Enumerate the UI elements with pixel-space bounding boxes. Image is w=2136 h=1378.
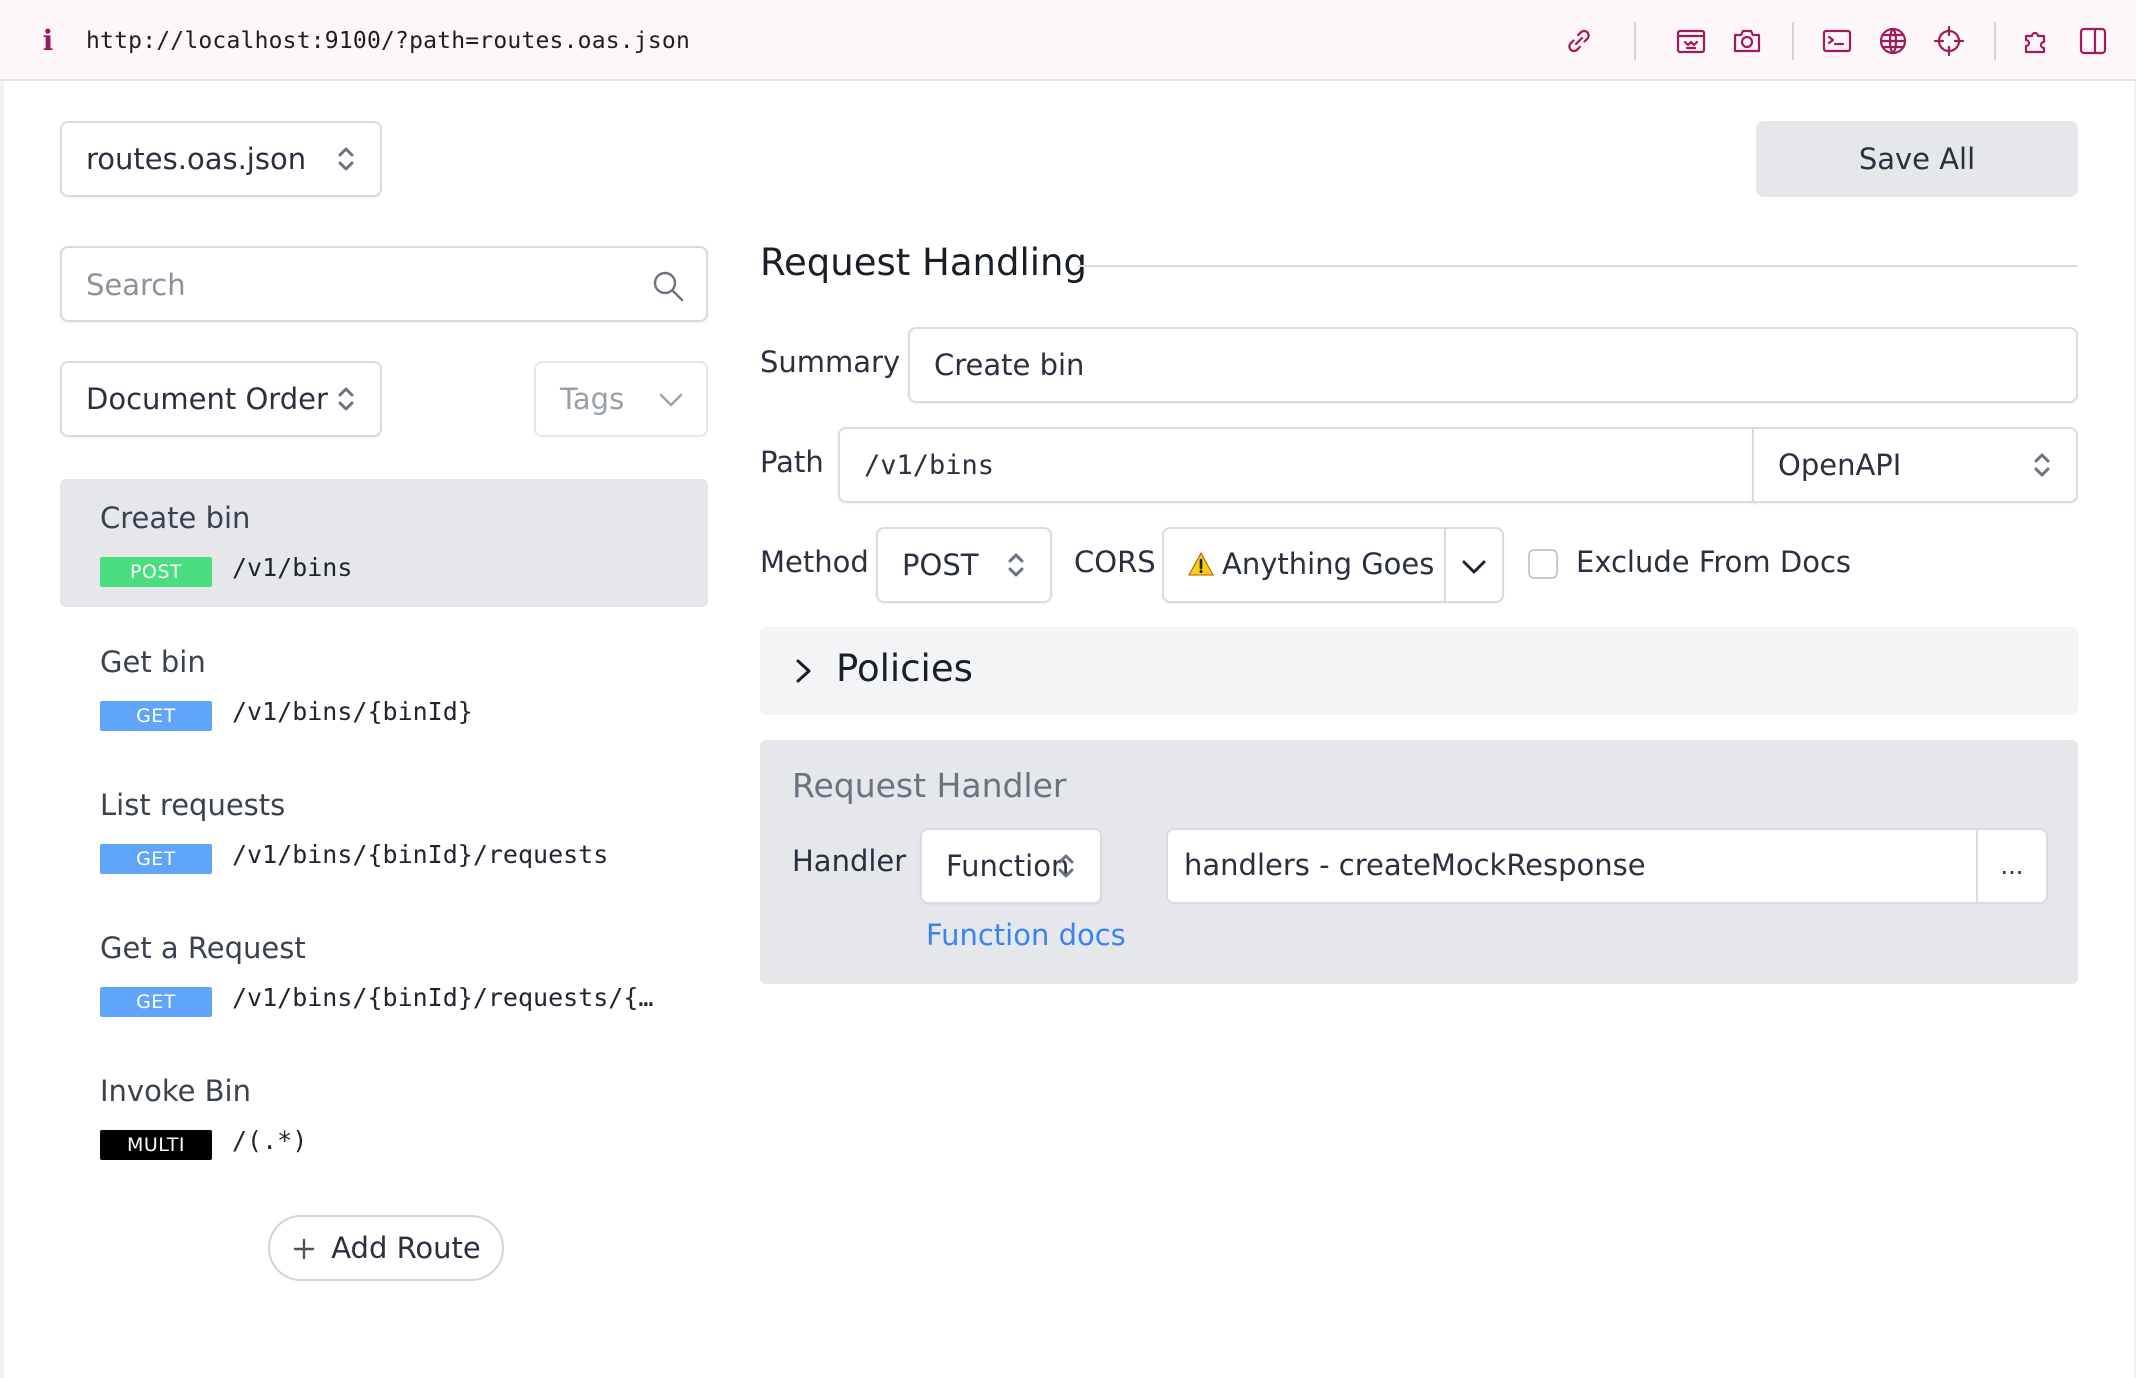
cors-value-text: Anything Goes (1222, 547, 1435, 581)
handler-label: Handler (792, 844, 907, 878)
route-name: List requests (100, 788, 286, 822)
cors-value: Anything Goes (1188, 547, 1434, 581)
split-view-icon[interactable] (2076, 24, 2110, 58)
cors-label: CORS (1074, 545, 1156, 579)
method-select[interactable]: POST (876, 527, 1052, 603)
path-input[interactable] (838, 427, 1756, 503)
page-content: routes.oas.json Save All Document Order … (4, 81, 2134, 1378)
method-badge: GET (100, 844, 212, 874)
plus-icon (291, 1235, 317, 1261)
method-label: Method (760, 545, 869, 579)
terminal-icon[interactable] (1820, 24, 1854, 58)
file-select[interactable]: routes.oas.json (60, 121, 382, 197)
route-path: /v1/bins (232, 553, 353, 582)
request-handler-panel: Request Handler Handler Function handler… (760, 740, 2078, 984)
chevron-updown-icon (1006, 548, 1026, 582)
handler-module-value: handlers - createMockResponse (1184, 848, 1646, 882)
chevron-updown-icon (336, 142, 356, 176)
chevron-updown-icon (2032, 448, 2052, 482)
tags-filter-select[interactable]: Tags (534, 361, 708, 437)
route-name: Create bin (100, 501, 251, 535)
route-path: /v1/bins/{binId}/requests/{… (232, 983, 654, 1012)
method-badge: GET (100, 987, 212, 1017)
route-name: Get a Request (100, 931, 306, 965)
warning-icon (1188, 552, 1214, 576)
path-type-value: OpenAPI (1778, 448, 1902, 482)
method-badge: GET (100, 701, 212, 731)
tags-filter-value: Tags (560, 382, 625, 416)
section-divider (1078, 265, 2078, 267)
function-docs-link[interactable]: Function docs (926, 918, 1126, 952)
chevron-right-icon (790, 655, 818, 687)
method-badge: MULTI (100, 1130, 212, 1160)
info-icon[interactable]: i (38, 26, 58, 56)
browser-toolbar: i http://localhost:9100/?path=routes.oas… (0, 0, 2136, 81)
section-title: Request Handling (760, 241, 1087, 284)
sort-order-value: Document Order (86, 382, 328, 416)
handler-type-select[interactable]: Function (920, 828, 1102, 904)
add-route-label: Add Route (331, 1231, 481, 1265)
chevron-updown-icon (336, 382, 356, 416)
toolbar-separator (1792, 22, 1794, 60)
route-path: /v1/bins/{binId}/requests (232, 840, 609, 869)
chevron-updown-icon (1056, 849, 1076, 883)
search-box (60, 246, 708, 322)
route-name: Invoke Bin (100, 1074, 251, 1108)
summary-label: Summary (760, 345, 901, 379)
extension-puzzle-icon[interactable] (2020, 24, 2054, 58)
request-handler-title: Request Handler (792, 766, 1067, 805)
address-bar-url[interactable]: http://localhost:9100/?path=routes.oas.j… (86, 28, 690, 54)
handler-module-input[interactable]: handlers - createMockResponse ... (1166, 828, 2048, 904)
exclude-from-docs-label: Exclude From Docs (1576, 545, 1852, 579)
more-options-button[interactable]: ... (1976, 830, 2046, 902)
cors-select[interactable]: Anything Goes (1162, 527, 1504, 603)
crosshair-icon[interactable] (1932, 24, 1966, 58)
link-icon[interactable] (1562, 24, 1596, 58)
screenshot-area-icon[interactable] (1674, 24, 1708, 58)
search-icon (650, 268, 686, 304)
route-item[interactable]: Get bin GET /v1/bins/{binId} (60, 623, 708, 750)
exclude-from-docs-checkbox[interactable] (1528, 549, 1558, 579)
path-type-select[interactable]: OpenAPI (1752, 427, 2078, 503)
route-item[interactable]: Invoke Bin MULTI /(.*) (60, 1052, 708, 1179)
route-path: /(.*) (232, 1126, 308, 1155)
route-name: Get bin (100, 645, 206, 679)
route-item[interactable]: Get a Request GET /v1/bins/{binId}/reque… (60, 909, 708, 1036)
cors-divider (1444, 529, 1446, 601)
file-select-value: routes.oas.json (86, 142, 307, 176)
route-list: Create bin POST /v1/bins Get bin GET /v1… (60, 479, 708, 1179)
chevron-down-icon[interactable] (1458, 551, 1490, 583)
policies-accordion[interactable]: Policies (760, 627, 2078, 715)
add-route-button[interactable]: Add Route (268, 1215, 504, 1281)
route-item[interactable]: List requests GET /v1/bins/{binId}/reque… (60, 766, 708, 893)
chevron-down-icon (656, 385, 686, 415)
handler-type-value: Function (946, 849, 1070, 883)
route-item[interactable]: Create bin POST /v1/bins (60, 479, 708, 607)
path-label: Path (760, 445, 824, 479)
method-value: POST (902, 548, 979, 582)
camera-icon[interactable] (1730, 24, 1764, 58)
sort-order-select[interactable]: Document Order (60, 361, 382, 437)
method-badge: POST (100, 557, 212, 587)
globe-icon[interactable] (1876, 24, 1910, 58)
route-path: /v1/bins/{binId} (232, 697, 473, 726)
toolbar-separator (1634, 22, 1636, 60)
toolbar-separator (1994, 22, 1996, 60)
summary-input[interactable] (908, 327, 2078, 403)
search-input[interactable] (86, 264, 626, 306)
save-all-button[interactable]: Save All (1756, 121, 2078, 197)
policies-title: Policies (836, 647, 973, 690)
